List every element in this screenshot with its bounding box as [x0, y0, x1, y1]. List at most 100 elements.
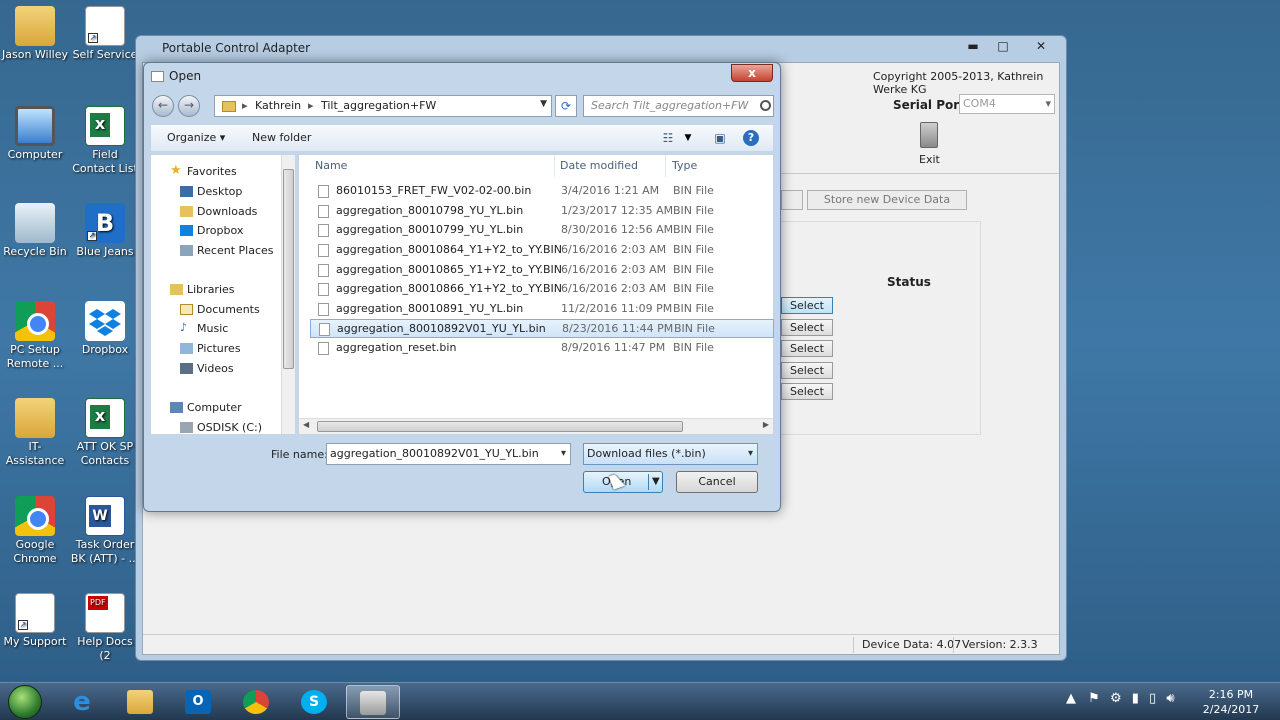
nav-pictures[interactable]: Pictures — [180, 342, 241, 355]
file-icon — [318, 283, 329, 296]
desktop-icon-att-ok-sp[interactable]: ATT OK SP Contacts — [70, 398, 140, 468]
view-options-icon[interactable]: ☷ — [660, 130, 676, 146]
desktop-icon-field-contact-list[interactable]: Field Contact List — [70, 106, 140, 176]
desktop-icon-recycle-bin[interactable]: Recycle Bin — [0, 203, 70, 259]
maximize-button[interactable]: □ — [988, 38, 1018, 56]
desktop-icon-pc-setup[interactable]: PC Setup Remote ... — [0, 301, 70, 371]
start-button[interactable] — [8, 685, 42, 719]
exit-label[interactable]: Exit — [919, 153, 940, 166]
breadcrumb-kathrein[interactable]: Kathrein — [255, 99, 301, 112]
taskbar-chrome[interactable] — [230, 685, 284, 719]
nav-videos[interactable]: Videos — [180, 362, 234, 375]
search-icon[interactable] — [760, 100, 771, 111]
chevron-down-icon[interactable]: ▼ — [680, 130, 696, 146]
nav-desktop[interactable]: Desktop — [180, 185, 242, 198]
nav-scrollbar[interactable] — [281, 155, 295, 434]
file-row[interactable]: aggregation_80010799_YU_YL.bin 8/30/2016… — [313, 221, 773, 240]
new-folder-button[interactable]: New folder — [252, 131, 311, 144]
file-row[interactable]: 86010153_FRET_FW_V02-02-00.bin 3/4/2016 … — [313, 182, 773, 201]
select-button-5[interactable]: Select — [781, 383, 833, 400]
desktop-icon-my-support[interactable]: ↗ My Support — [0, 593, 70, 649]
search-input[interactable]: Search Tilt_aggregation+FW — [583, 95, 774, 117]
folder-icon — [222, 101, 236, 112]
nav-downloads[interactable]: Downloads — [180, 205, 257, 218]
desktop-icon-task-order[interactable]: Task Order BK (ATT) - ... — [70, 496, 140, 566]
show-hidden-icons-icon[interactable]: ▲ — [1066, 691, 1076, 706]
flag-icon[interactable]: ⚑ — [1088, 691, 1100, 706]
nav-recent-places[interactable]: Recent Places — [180, 244, 274, 257]
hidden-button[interactable] — [781, 190, 803, 210]
computer-icon — [170, 402, 183, 413]
cancel-button[interactable]: Cancel — [676, 471, 758, 493]
desktop-icon-computer[interactable]: Computer — [0, 106, 70, 162]
signal-icon[interactable]: ▮ — [1132, 691, 1139, 706]
taskbar-ie[interactable]: e — [56, 685, 110, 719]
select-button-3[interactable]: Select — [781, 340, 833, 357]
minimize-button[interactable]: ▬ — [958, 38, 988, 56]
nav-music[interactable]: ♪ Music — [180, 321, 228, 335]
navigation-bar: ← → ▸ Kathrein ▸ Tilt_aggregation+FW ▼ ⟳… — [150, 93, 774, 119]
close-button[interactable]: ✕ — [1022, 38, 1060, 56]
breadcrumb-tilt-folder[interactable]: Tilt_aggregation+FW — [321, 99, 436, 112]
drive-icon — [180, 422, 193, 433]
dialog-close-button[interactable]: x — [731, 64, 773, 82]
chevron-down-icon[interactable]: ▼ — [540, 99, 547, 109]
select-button-2[interactable]: Select — [781, 319, 833, 336]
select-button-4[interactable]: Select — [781, 362, 833, 379]
status-bar: Device Data: 4.07 Version: 2.3.3 — [143, 634, 1059, 654]
nav-osdisk[interactable]: OSDISK (C:) — [180, 421, 262, 434]
file-row[interactable]: aggregation_80010864_Y1+Y2_to_YY.BIN 6/1… — [313, 241, 773, 260]
horizontal-scrollbar[interactable]: ◀ ▶ — [299, 418, 773, 434]
back-arrow-icon[interactable]: ← — [152, 95, 174, 117]
desktop-icon-self-service[interactable]: ↗ Self Service — [70, 6, 140, 62]
desktop-icon — [180, 186, 193, 197]
nav-favorites[interactable]: ★ Favorites — [170, 163, 237, 178]
taskbar-outlook[interactable]: O — [172, 685, 226, 719]
nav-dropbox[interactable]: Dropbox — [180, 224, 243, 237]
file-row[interactable]: aggregation_reset.bin 8/9/2016 11:47 PM … — [313, 339, 773, 358]
taskbar-portable-control-adapter[interactable] — [346, 685, 400, 719]
nav-scroll-thumb[interactable] — [283, 169, 294, 369]
desktop-icon-google-chrome[interactable]: Google Chrome — [0, 496, 70, 566]
dialog-toolbar: Organize ▾ New folder ☷ ▼ ▣ ? — [150, 124, 774, 152]
nav-documents[interactable]: Documents — [180, 303, 260, 316]
volume-icon[interactable]: 🔊︎ — [1166, 691, 1174, 706]
preview-pane-icon[interactable]: ▣ — [712, 130, 728, 146]
horizontal-scroll-thumb[interactable] — [317, 421, 683, 432]
refresh-icon[interactable]: ⟳ — [555, 95, 577, 117]
file-name-input[interactable]: aggregation_80010892V01_YU_YL.bin — [326, 443, 571, 465]
battery-icon[interactable]: ▯ — [1149, 691, 1156, 706]
store-device-data-button[interactable]: Store new Device Data — [807, 190, 967, 210]
column-date-modified[interactable]: Date modified — [560, 155, 638, 177]
copyright-text: Copyright 2005-2013, Kathrein Werke KG — [873, 70, 1044, 96]
network-settings-icon[interactable]: ⚙ — [1110, 691, 1122, 706]
desktop-icon-jason-willey[interactable]: Jason Willey — [0, 6, 70, 62]
taskbar-skype[interactable]: S — [288, 685, 342, 719]
desktop-icon-help-docs[interactable]: Help Docs (2 — [70, 593, 140, 663]
file-row-selected[interactable]: aggregation_80010892V01_YU_YL.bin 8/23/2… — [310, 319, 774, 338]
file-row[interactable]: aggregation_80010798_YU_YL.bin 1/23/2017… — [313, 202, 773, 221]
taskbar-explorer[interactable] — [114, 685, 168, 719]
serial-port-select[interactable]: COM4 — [959, 94, 1055, 114]
file-row[interactable]: aggregation_80010866_Y1+Y2_to_YY.BIN 6/1… — [313, 280, 773, 299]
forward-arrow-icon[interactable]: → — [178, 95, 200, 117]
chevron-left-icon[interactable]: ◀ — [303, 420, 309, 429]
nav-computer[interactable]: Computer — [170, 401, 242, 414]
address-bar[interactable]: ▸ Kathrein ▸ Tilt_aggregation+FW ▼ — [214, 95, 552, 117]
chevron-right-icon[interactable]: ▶ — [763, 420, 769, 429]
nav-libraries[interactable]: Libraries — [170, 283, 235, 296]
clock[interactable]: 2:16 PM 2/24/2017 — [1198, 687, 1264, 717]
desktop-icon-dropbox[interactable]: Dropbox — [70, 301, 140, 357]
exit-icon[interactable] — [920, 122, 938, 148]
desktop-icon-blue-jeans[interactable]: B ↗ Blue Jeans — [70, 203, 140, 259]
column-type[interactable]: Type — [672, 155, 697, 177]
select-button-1[interactable]: Select — [781, 297, 833, 314]
file-row[interactable]: aggregation_80010865_Y1+Y2_to_YY.BIN 6/1… — [313, 261, 773, 280]
column-name[interactable]: Name — [315, 155, 347, 177]
file-row[interactable]: aggregation_80010891_YU_YL.bin 11/2/2016… — [313, 300, 773, 319]
chevron-down-icon[interactable]: ▼ — [652, 472, 660, 492]
organize-button[interactable]: Organize ▾ — [167, 131, 225, 144]
desktop-icon-it-assistance[interactable]: IT-Assistance — [0, 398, 70, 468]
file-type-select[interactable]: Download files (*.bin) — [583, 443, 758, 465]
help-icon[interactable]: ? — [743, 130, 759, 146]
